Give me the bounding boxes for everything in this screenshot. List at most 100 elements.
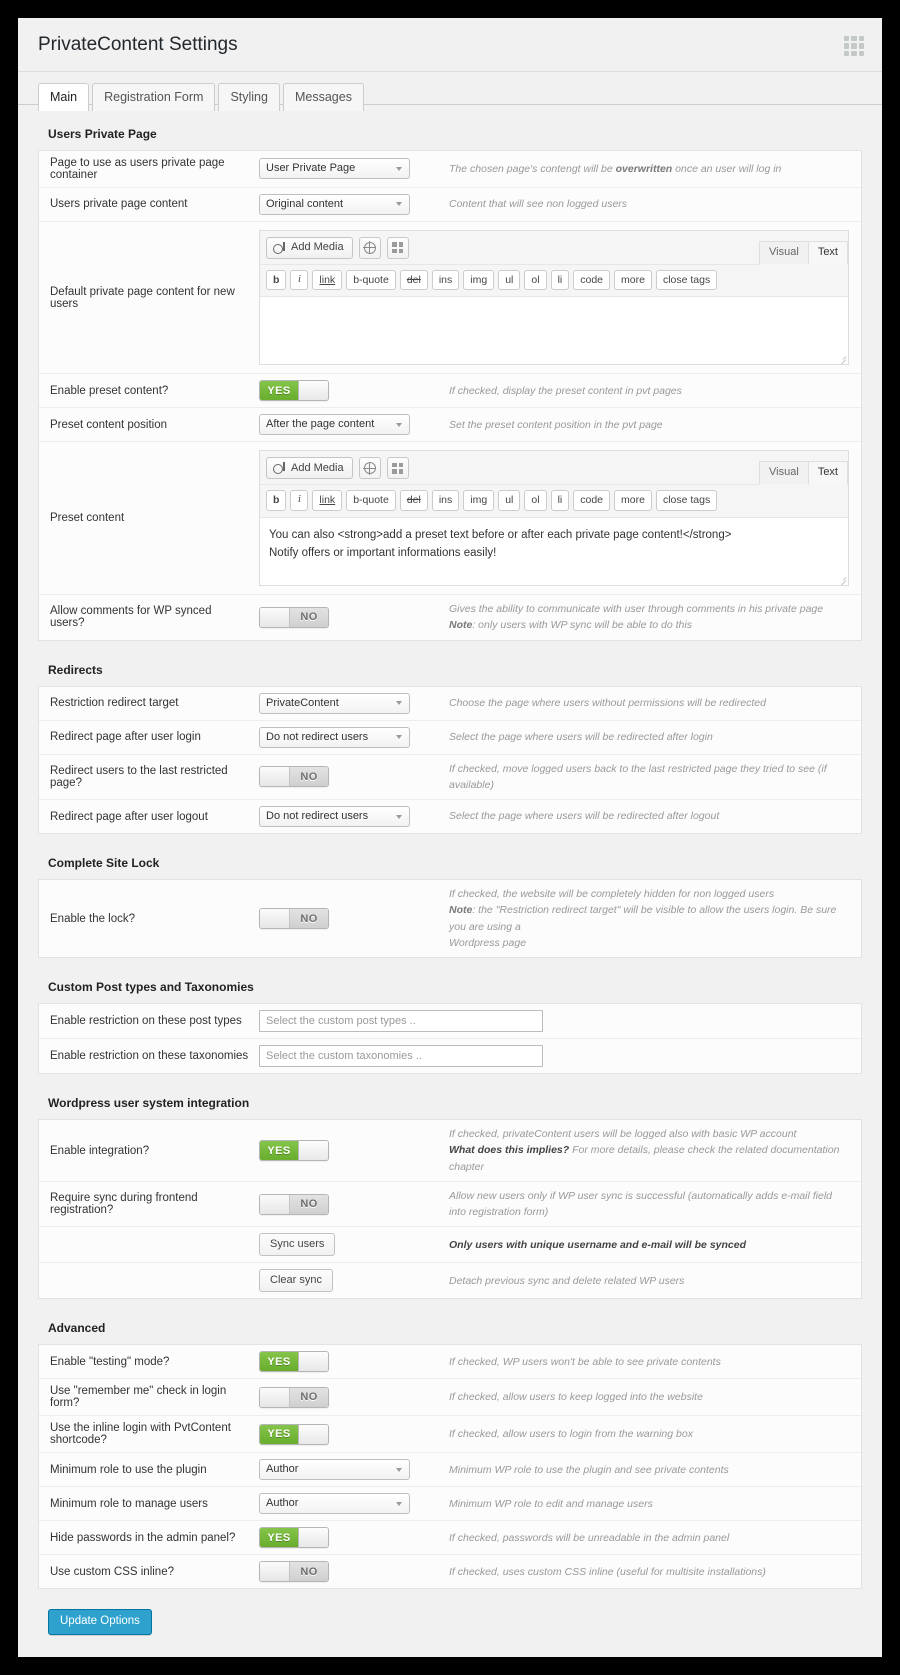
settings-row: Default private page content for new use… (39, 222, 861, 375)
quicktag-i[interactable]: i (290, 269, 309, 291)
quicktag-more[interactable]: more (614, 269, 652, 291)
editor-mode-visual[interactable]: Visual (759, 240, 809, 265)
row-label: Default private page content for new use… (50, 285, 235, 310)
tab-messages[interactable]: Messages (282, 82, 364, 112)
tab-registration-form[interactable]: Registration Form (92, 82, 216, 112)
quicktag-link[interactable]: link (312, 490, 343, 511)
toggle-switch[interactable]: NO (259, 908, 329, 930)
quicktag-b[interactable]: b (266, 490, 287, 511)
select-control[interactable]: Original content (259, 193, 410, 215)
globe-icon[interactable] (358, 236, 381, 259)
quicktag-b[interactable]: b (266, 269, 287, 291)
row-control: Do not redirect users (259, 726, 449, 748)
select-control[interactable]: Author (259, 1493, 410, 1515)
quicktag-li[interactable]: li (550, 490, 570, 511)
toggle-label: YES (260, 1352, 298, 1372)
toggle-label: NO (290, 767, 328, 787)
settings-row: Preset content position After the page co… (39, 408, 861, 443)
toggle-switch[interactable]: NO (259, 1193, 329, 1215)
settings-content: Users Private Page Page to use as users p… (18, 127, 882, 1655)
text-input[interactable] (259, 1045, 543, 1068)
globe-icon[interactable] (358, 457, 381, 480)
quicktag-code[interactable]: code (573, 269, 611, 291)
toggle-switch[interactable]: YES (259, 380, 329, 402)
grid-layout-icon[interactable] (386, 457, 409, 480)
row-label: Preset content position (50, 418, 167, 431)
toggle-switch[interactable]: YES (259, 1527, 329, 1549)
toggle-switch[interactable]: YES (259, 1423, 329, 1445)
action-button[interactable]: Sync users (259, 1233, 336, 1257)
toggle-switch[interactable]: NO (259, 606, 329, 628)
tab-main[interactable]: Main (38, 82, 90, 112)
quicktag-link[interactable]: link (312, 269, 343, 291)
select-value: Author (266, 1463, 299, 1476)
toggle-switch[interactable]: YES (259, 1140, 329, 1161)
row-description: If checked, display the preset content i… (449, 384, 682, 397)
row-label: Enable restriction on these post types (50, 1015, 242, 1028)
editor-mode-text[interactable]: Text (808, 461, 848, 486)
quicktag-ol[interactable]: ol (524, 269, 547, 291)
editor-textarea[interactable]: You can also <strong>add a preset text b… (260, 516, 848, 585)
settings-row: Enable restriction on these post types (39, 1004, 861, 1040)
quicktag-li[interactable]: li (550, 269, 570, 291)
select-value: Author (266, 1497, 299, 1510)
select-value: PrivateContent (266, 696, 339, 709)
quicktag-b-quote[interactable]: b-quote (346, 490, 396, 511)
quicktag-img[interactable]: img (463, 490, 495, 511)
quicktag-b-quote[interactable]: b-quote (346, 269, 396, 291)
editor-textarea[interactable] (260, 296, 848, 365)
select-control[interactable]: User Private Page (259, 158, 410, 180)
quicktag-ins[interactable]: ins (431, 490, 460, 511)
grid-layout-icon[interactable] (386, 236, 409, 259)
row-description: If checked, allow users to keep logged i… (449, 1391, 703, 1404)
editor-mode-text[interactable]: Text (808, 240, 848, 265)
section-body: Restriction redirect target PrivateConten… (38, 685, 862, 835)
toggle-switch[interactable]: NO (259, 766, 329, 788)
tab-styling[interactable]: Styling (218, 82, 280, 112)
quicktag-close-tags[interactable]: close tags (655, 490, 718, 511)
select-control[interactable]: PrivateContent (259, 692, 410, 714)
toggle-label: NO (290, 1562, 328, 1582)
text-input[interactable] (259, 1010, 543, 1033)
toggle-knob (260, 1194, 290, 1214)
select-control[interactable]: Author (259, 1459, 410, 1481)
quicktag-ul[interactable]: ul (498, 490, 521, 511)
quicktag-del[interactable]: del (399, 490, 428, 511)
select-control[interactable]: Do not redirect users (259, 806, 410, 828)
row-control: NO (259, 908, 449, 930)
toggle-switch[interactable]: NO (259, 1386, 329, 1408)
quicktag-code[interactable]: code (573, 490, 611, 511)
chevron-down-icon (394, 159, 404, 178)
quicktag-i[interactable]: i (290, 490, 309, 511)
row-label: Restriction redirect target (50, 697, 179, 710)
settings-section: Custom Post types and Taxonomies Enable r… (38, 980, 862, 1075)
quicktag-del[interactable]: del (399, 269, 428, 291)
resize-handle[interactable] (837, 353, 846, 362)
select-control[interactable]: Do not redirect users (259, 726, 410, 748)
grid-menu-icon[interactable] (844, 36, 864, 56)
row-description: Content that will see non logged users (449, 198, 628, 211)
editor-mode-visual[interactable]: Visual (759, 461, 809, 486)
add-media-button[interactable]: Add Media (266, 236, 353, 259)
quicktag-ins[interactable]: ins (431, 269, 460, 291)
editor-toolbar: Add Media Visual Text (260, 231, 848, 265)
section-body: Enable restriction on these post types En… (38, 1003, 862, 1075)
quicktag-close-tags[interactable]: close tags (655, 269, 718, 291)
settings-row: Hide passwords in the admin panel? YES If … (39, 1521, 861, 1556)
row-description: If checked, WP users won't be able to se… (449, 1355, 721, 1368)
row-control: YES (259, 380, 449, 402)
quicktag-ul[interactable]: ul (498, 269, 521, 291)
toggle-switch[interactable]: NO (259, 1561, 329, 1583)
quicktag-ol[interactable]: ol (524, 490, 547, 511)
toggle-knob (260, 1562, 290, 1582)
toggle-switch[interactable]: YES (259, 1351, 329, 1373)
row-control: NO (259, 1386, 449, 1408)
row-description: If checked, move logged users back to th… (449, 762, 827, 791)
resize-handle[interactable] (837, 574, 846, 583)
quicktag-img[interactable]: img (463, 269, 495, 291)
quicktag-more[interactable]: more (614, 490, 652, 511)
select-control[interactable]: After the page content (259, 414, 410, 436)
action-button[interactable]: Clear sync (259, 1269, 333, 1293)
add-media-button[interactable]: Add Media (266, 457, 353, 480)
update-options-button[interactable]: Update Options (48, 1609, 152, 1635)
